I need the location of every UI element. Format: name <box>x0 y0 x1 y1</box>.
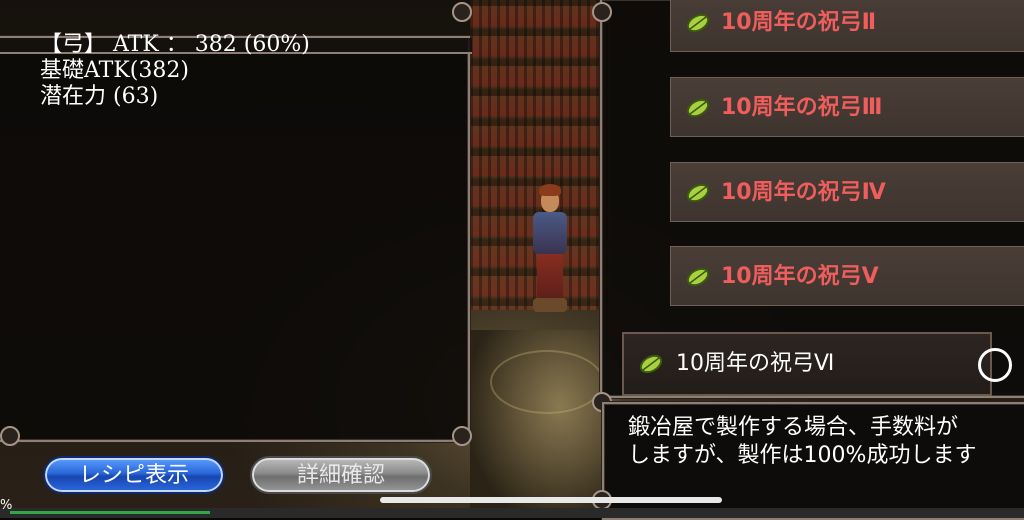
recipe-item-label: 10周年の祝弓Ⅴ <box>721 264 879 289</box>
frame-corner-ornament <box>0 426 20 446</box>
recipe-item-label: 10周年の祝弓Ⅲ <box>721 95 883 120</box>
home-indicator[interactable] <box>380 497 722 503</box>
progress-gauge <box>10 511 210 514</box>
frame-corner-ornament <box>592 2 612 22</box>
weapon-atk-line: 【弓】 ATK ： 382 (60%) <box>40 32 310 57</box>
recipe-item-label: 10周年の祝弓Ⅵ <box>676 351 835 376</box>
recipe-item-label: 10周年の祝弓Ⅱ <box>721 10 877 35</box>
show-recipe-button[interactable]: レシピ表示 <box>43 456 225 494</box>
recipe-item[interactable]: 10周年の祝弓Ⅴ <box>670 246 1024 306</box>
recipe-item[interactable]: 10周年の祝弓Ⅳ <box>670 162 1024 222</box>
description-line-2: しますが、製作は100%成功します <box>628 443 977 468</box>
recipe-item-label: 10周年の祝弓Ⅳ <box>721 180 886 205</box>
potential-line: 潜在力 (63) <box>40 84 159 109</box>
select-radio[interactable] <box>978 348 1012 382</box>
weapon-stats: 【弓】 ATK ： 382 (60%) 基礎ATK(382) 潜在力 (63) <box>40 32 310 110</box>
leaf-icon <box>686 183 710 203</box>
recipe-item-selected[interactable]: 10周年の祝弓Ⅵ <box>622 332 1012 396</box>
detail-check-button[interactable]: 詳細確認 <box>250 456 432 494</box>
player-character <box>523 182 579 322</box>
leaf-icon <box>686 98 710 118</box>
status-percent: % <box>0 498 13 513</box>
recipe-item[interactable]: 10周年の祝弓Ⅲ <box>670 77 1024 137</box>
frame-corner-ornament <box>452 426 472 446</box>
leaf-icon <box>686 267 710 287</box>
status-bar <box>0 508 1024 518</box>
leaf-icon <box>639 354 663 374</box>
description-line-1: 鍛冶屋で製作する場合、手数料が <box>628 415 959 440</box>
recipe-item[interactable]: 10周年の祝弓Ⅱ <box>670 0 1024 52</box>
leaf-icon <box>686 13 710 33</box>
base-atk-line: 基礎ATK(382) <box>40 58 189 83</box>
description-text: 鍛冶屋で製作する場合、手数料が しますが、製作は100%成功します <box>628 414 976 470</box>
frame-corner-ornament <box>452 2 472 22</box>
